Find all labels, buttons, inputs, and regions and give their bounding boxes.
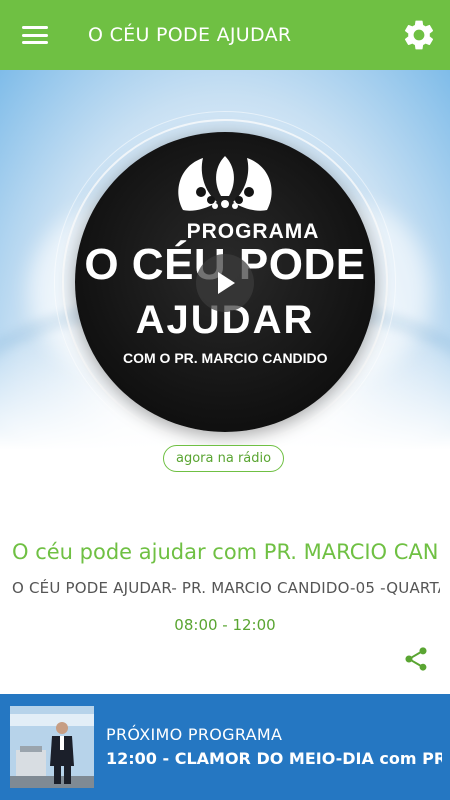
program-title: O céu pode ajudar com PR. MARCIO CANDIDO	[12, 540, 440, 564]
play-icon	[218, 272, 235, 294]
play-button[interactable]	[196, 254, 254, 312]
program-artwork-disc[interactable]: PROGRAMA O CÉU PODE AJUDAR COM O PR. MAR…	[75, 132, 375, 432]
now-on-air-badge: agora na rádio	[163, 445, 285, 472]
hamburger-menu-icon	[22, 26, 48, 44]
next-program-bar[interactable]: PRÓXIMO PROGRAMA 12:00 - CLAMOR DO MEIO-…	[0, 694, 450, 800]
gear-icon	[404, 20, 434, 50]
preacher-image	[10, 706, 94, 788]
app-screen: O CÉU PODE AJUDAR PROGRAMA O CÉU PODE AJ…	[0, 0, 450, 800]
next-program-title: 12:00 - CLAMOR DO MEIO-DIA com PR. MARCI…	[106, 749, 442, 768]
program-subtitle: O CÉU PODE AJUDAR- PR. MARCIO CANDIDO-05…	[12, 579, 440, 597]
app-title: O CÉU PODE AJUDAR	[88, 24, 292, 46]
doves-logo-icon	[178, 156, 272, 211]
top-app-bar: O CÉU PODE AJUDAR	[0, 0, 450, 70]
next-program-label: PRÓXIMO PROGRAMA	[106, 725, 283, 744]
settings-button[interactable]	[400, 16, 438, 54]
artwork-host-line: COM O PR. MARCIO CANDIDO	[123, 350, 328, 366]
next-program-thumbnail	[10, 706, 94, 788]
program-time: 08:00 - 12:00	[174, 616, 276, 634]
menu-button[interactable]	[0, 0, 70, 70]
share-icon	[405, 647, 427, 671]
share-button[interactable]	[402, 645, 430, 673]
